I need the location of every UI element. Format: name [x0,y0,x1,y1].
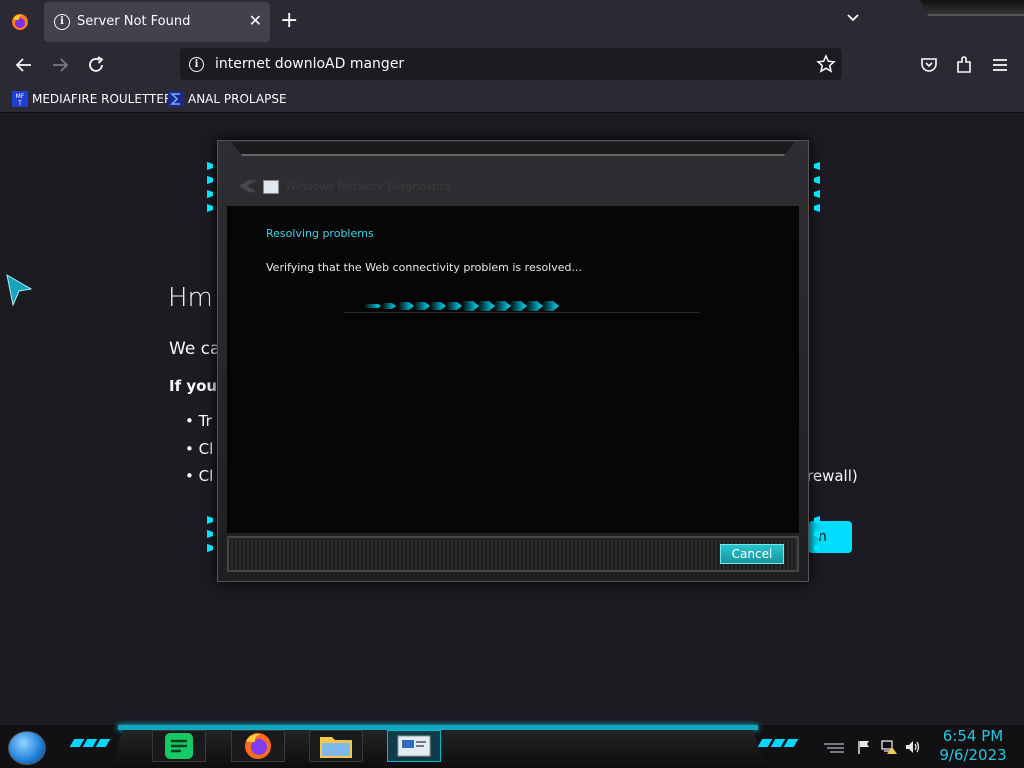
bookmark-star-icon[interactable] [816,54,836,74]
network-diagnostics-icon [397,735,431,757]
taskbar-lights-left [69,739,122,749]
suggestion-item: • Tr [185,412,212,430]
url-text[interactable]: internet downloAD manger [215,56,404,72]
taskbar-notes-app[interactable] [152,730,206,762]
suggestions-intro: If you [169,377,218,395]
firefox-icon[interactable] [10,12,30,32]
volume-icon[interactable] [904,739,922,755]
notes-app-icon [165,733,193,759]
svg-text:MF: MF [16,93,25,100]
file-explorer-icon [320,737,352,758]
tab-strip: i Server Not Found ✕ + [0,0,1024,44]
back-arrow-icon[interactable] [13,54,35,76]
navigation-toolbar: i internet downloAD manger [0,44,1024,86]
back-arrow-icon[interactable] [239,176,259,196]
network-warning-icon[interactable] [880,739,898,755]
taskbar-lights-right [757,739,810,749]
new-tab-button[interactable]: + [280,9,298,33]
hamburger-menu-icon[interactable] [989,54,1011,76]
bookmarks-toolbar: MF T MEDIAFIRE ROULETTER ANAL PROLAPSE [0,86,1024,113]
bookmark-label: MEDIAFIRE ROULETTER [32,92,173,106]
dialog-content: Resolving problems Verifying that the We… [227,206,799,533]
mouse-pointer-icon [6,274,33,307]
dialog-title-bar [231,142,795,156]
frame-lights-left-top [207,156,215,218]
cancel-button[interactable]: Cancel [720,544,784,564]
clock-date: 9/6/2023 [939,746,1007,764]
bookmark-second[interactable]: ANAL PROLAPSE [168,90,287,108]
taskbar-network-diagnostics[interactable] [387,730,441,762]
network-diagnostics-dialog: Windows Network Diagnostics Resolving pr… [207,140,809,582]
taskbar-firefox[interactable] [231,730,285,762]
dialog-footer [227,536,799,572]
dialog-heading: Resolving problems [266,227,374,240]
close-tab-icon[interactable]: ✕ [249,11,262,30]
taskbar: 6:54 PM 9/6/2023 [0,725,1024,768]
extensions-icon[interactable] [953,54,975,76]
reload-icon[interactable] [85,54,107,76]
dialog-title: Windows Network Diagnostics [285,180,451,193]
pocket-icon[interactable] [918,54,940,76]
frame-lights-right-top [812,156,820,218]
svg-text:T: T [17,100,22,107]
page-title: Hm [168,283,213,313]
chevron-down-icon[interactable] [845,10,861,26]
suggestion-text-fragment: rewall) [807,467,858,485]
clock-time: 6:54 PM [942,727,1004,745]
mediafire-favicon-icon: MF T [12,91,28,107]
show-hidden-icons-icon[interactable] [822,741,846,755]
start-orb-icon[interactable] [8,731,46,765]
url-bar[interactable]: i internet downloAD manger [180,48,842,80]
taskbar-file-explorer[interactable] [309,730,363,762]
firefox-icon [245,733,271,759]
forward-arrow-icon[interactable] [49,54,71,76]
progress-marquee [344,301,700,313]
tab-title: Server Not Found [77,14,191,29]
action-center-flag-icon[interactable] [856,739,872,755]
window-frame-ornament [920,0,1024,16]
system-clock[interactable]: 6:54 PM 9/6/2023 [930,727,1016,765]
tab-server-not-found[interactable]: i Server Not Found ✕ [44,2,270,42]
dialog-status-text: Verifying that the Web connectivity prob… [266,261,582,274]
suggestion-item: • Cl [185,467,214,485]
frame-lights-right-bottom [812,510,820,558]
sigma-favicon-icon [168,91,184,107]
suggestion-item: • Cl [185,440,214,458]
bookmark-label: ANAL PROLAPSE [188,92,287,106]
site-info-icon[interactable]: i [189,57,204,72]
error-description: We ca [169,339,221,359]
bookmark-mediafire[interactable]: MF T MEDIAFIRE ROULETTER [12,90,172,108]
frame-lights-left-bottom [207,510,215,558]
network-diagnostics-app-icon [263,180,279,194]
info-icon: i [54,14,70,30]
